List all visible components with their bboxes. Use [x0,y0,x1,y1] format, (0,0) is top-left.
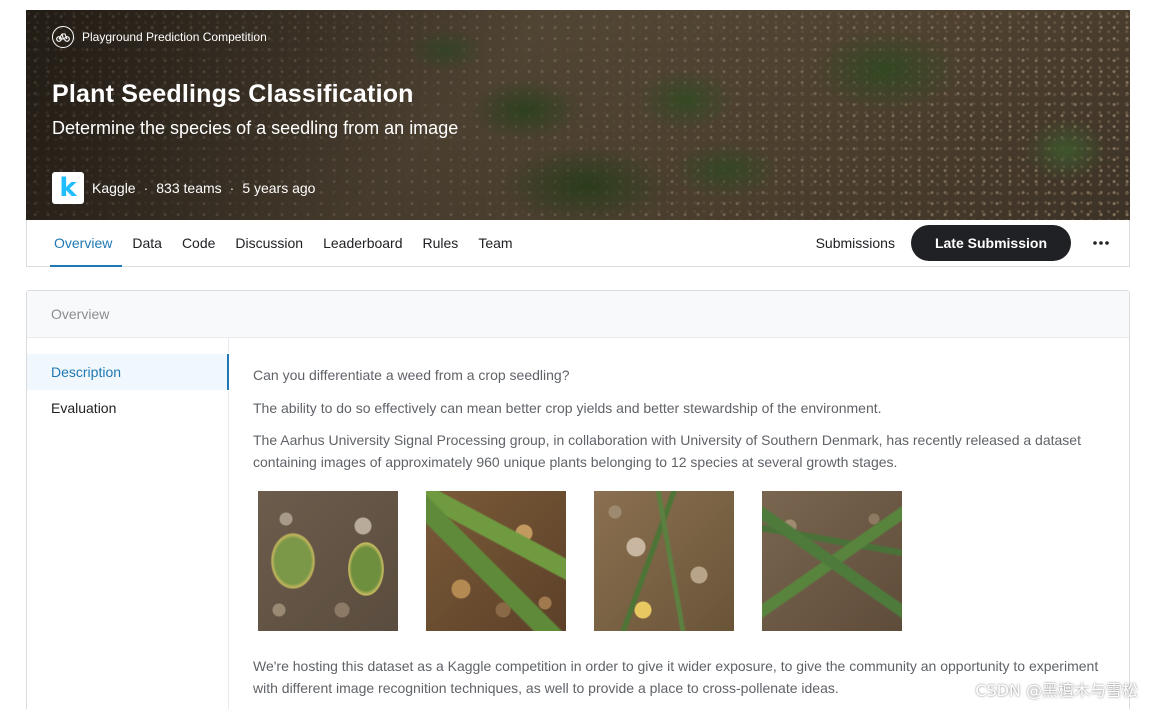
competition-type-label: Playground Prediction Competition [82,30,267,44]
kaggle-logo-icon[interactable]: k [52,172,84,204]
watermark: CSDN @黑檀木与雪松 [975,681,1138,700]
competition-title: Plant Seedlings Classification [52,80,414,108]
competition-subtitle: Determine the species of a seedling from… [52,118,459,138]
more-horizontal-icon[interactable] [1091,233,1111,253]
teams-count[interactable]: 833 teams [156,180,221,196]
competition-meta: k Kaggle · 833 teams · 5 years ago [52,172,315,204]
submissions-link[interactable]: Submissions [816,235,895,251]
overview-panel-header: Overview [27,291,1129,338]
seedling-image [594,491,734,631]
tab-code[interactable]: Code [172,220,225,266]
competition-hero: Playground Prediction Competition Plant … [26,10,1130,220]
seedling-image [258,491,398,631]
overview-panel-body: Description Evaluation Can you different… [27,338,1129,709]
seedling-image [426,491,566,631]
late-submission-button[interactable]: Late Submission [910,225,1071,261]
seedling-image-row [258,491,1105,631]
tab-team[interactable]: Team [468,220,522,266]
tabbar-actions: Submissions Late Submission [816,220,1129,266]
description-paragraph: The Aarhus University Signal Processing … [253,432,1081,470]
page: Playground Prediction Competition Plant … [0,0,1154,709]
seedling-image [762,491,902,631]
overview-panel: Overview Description Evaluation Can you … [26,290,1130,709]
meta-separator: · [229,180,235,196]
sidenav-item-evaluation[interactable]: Evaluation [27,390,228,426]
description-content: Can you differentiate a weed from a crop… [229,338,1129,709]
description-paragraph: Can you differentiate a weed from a crop… [253,367,570,383]
tab-list: Overview Data Code Discussion Leaderboar… [50,220,523,267]
meta-separator: · [143,180,149,196]
tab-discussion[interactable]: Discussion [225,220,313,266]
bicycle-icon [52,26,74,48]
sidenav-item-description[interactable]: Description [27,354,229,390]
tab-leaderboard[interactable]: Leaderboard [313,220,412,266]
overview-sidenav: Description Evaluation [27,338,229,709]
tab-data[interactable]: Data [122,220,172,266]
competition-tabbar: Overview Data Code Discussion Leaderboar… [26,220,1130,267]
host-name[interactable]: Kaggle [92,180,136,196]
competition-age: 5 years ago [242,180,316,196]
description-paragraph: The ability to do so effectively can mea… [253,400,882,416]
competition-type-tag: Playground Prediction Competition [52,26,267,48]
tab-rules[interactable]: Rules [413,220,469,266]
tab-overview[interactable]: Overview [50,220,123,267]
